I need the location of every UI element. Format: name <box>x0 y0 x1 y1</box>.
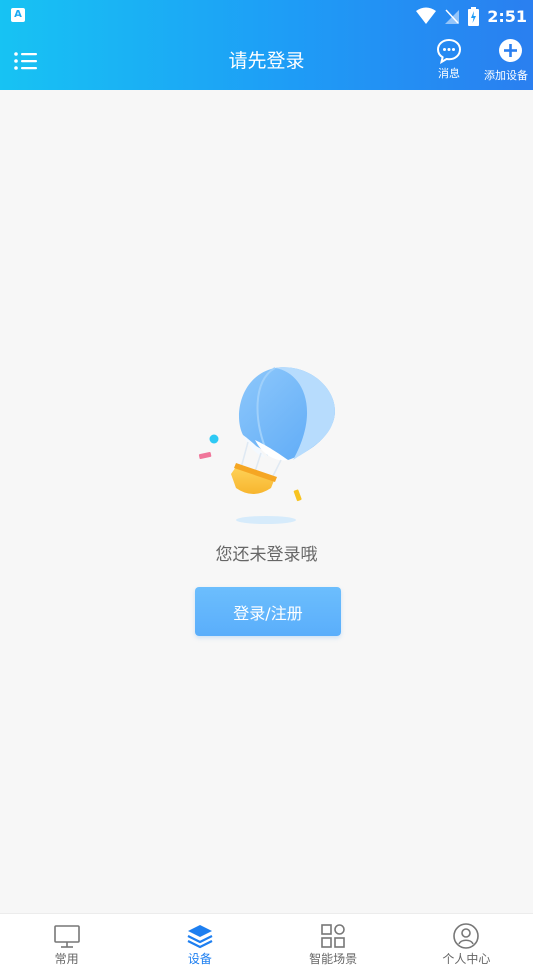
status-bar: A 2:51 <box>0 0 533 32</box>
tab-profile[interactable]: 个人中心 <box>400 914 533 970</box>
tab-label: 个人中心 <box>442 952 491 966</box>
header: 请先登录 消息 添加设备 <box>0 32 533 90</box>
tab-label: 常用 <box>54 952 79 966</box>
status-time: 2:51 <box>487 6 527 26</box>
user-circle-icon <box>453 923 480 949</box>
battery-charging-icon <box>468 6 480 26</box>
not-logged-in-message: 您还未登录哦 <box>215 545 318 565</box>
tab-label: 智能场景 <box>309 952 358 966</box>
add-device-button[interactable]: 添加设备 <box>484 38 533 83</box>
no-signal-icon <box>445 9 460 24</box>
tab-label: 设备 <box>187 952 212 966</box>
top-app-bar: A 2:51 请先登录 消息 添加设备 <box>0 0 533 90</box>
status-indicators: 2:51 <box>416 4 527 28</box>
chat-bubble-icon <box>436 38 462 64</box>
wifi-icon <box>416 7 437 24</box>
layers-icon <box>187 925 213 949</box>
tab-smart-scenes[interactable]: 智能场景 <box>267 914 400 970</box>
login-register-button[interactable]: 登录/注册 <box>195 587 341 636</box>
message-button[interactable]: 消息 <box>434 38 464 81</box>
grid-icon <box>321 924 345 948</box>
tab-common[interactable]: 常用 <box>0 914 133 970</box>
hot-air-balloon-illustration <box>198 367 335 524</box>
bottom-tab-bar: 常用 设备 智能场景 个人中心 <box>0 913 533 970</box>
add-device-label: 添加设备 <box>484 69 528 82</box>
message-label: 消息 <box>438 67 460 80</box>
plus-circle-icon <box>499 39 522 62</box>
app-notification-icon: A <box>11 8 25 22</box>
monitor-icon <box>53 925 80 948</box>
tab-devices[interactable]: 设备 <box>133 914 266 970</box>
